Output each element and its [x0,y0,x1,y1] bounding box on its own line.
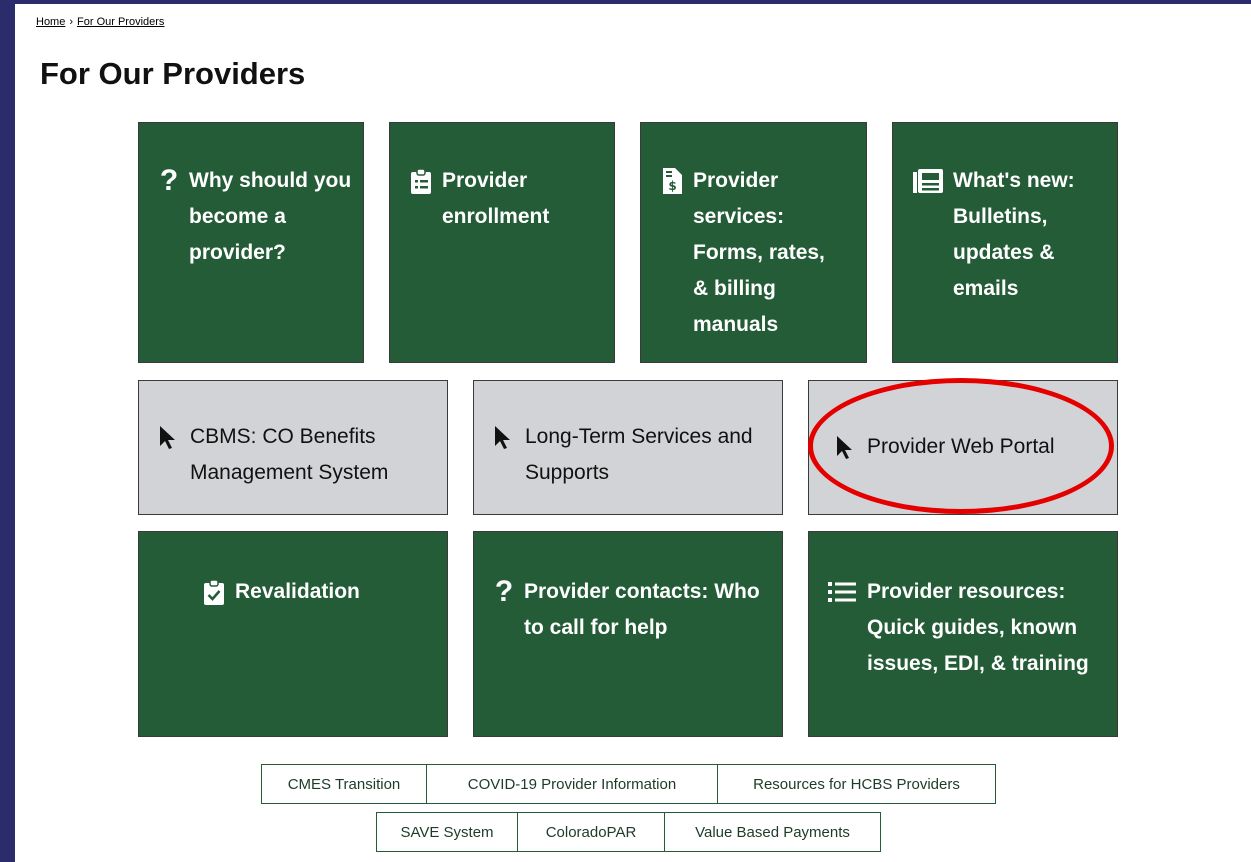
clipboard-list-icon [410,163,432,199]
question-icon: ? [494,575,514,608]
tile-revalidation[interactable]: Revalidation [138,531,448,737]
tile-label: Revalidation [235,580,360,603]
tile-provider-enrollment[interactable]: Provider enrollment [389,122,615,363]
link-resources-hcbs-providers[interactable]: Resources for HCBS Providers [717,764,996,804]
tile-label: Provider resources: Quick guides, known … [867,580,1089,675]
tile-cbms[interactable]: CBMS: CO Benefits Management System [138,380,448,515]
tile-label: Long-Term Services and Supports [525,425,753,484]
breadcrumb: Home › For Our Providers [36,16,164,28]
newspaper-icon [913,163,943,199]
tile-label: Provider services: Forms, rates, & billi… [693,169,825,336]
pointer-icon [156,419,180,455]
tile-provider-services[interactable]: $ Provider services: Forms, rates, & bil… [640,122,867,363]
tile-provider-resources[interactable]: Provider resources: Quick guides, known … [808,531,1118,737]
tile-label: Provider enrollment [442,169,550,228]
question-icon: ? [159,164,179,197]
tile-long-term-services[interactable]: Long-Term Services and Supports [473,380,783,515]
page-title: For Our Providers [40,56,306,91]
pointer-icon [833,429,857,465]
breadcrumb-home-link[interactable]: Home [36,16,65,28]
tile-provider-web-portal[interactable]: Provider Web Portal [808,380,1118,515]
list-icon [827,574,857,610]
tile-label: Why should you become a provider? [189,169,352,264]
link-save-system[interactable]: SAVE System [376,812,518,852]
link-cmes-transition[interactable]: CMES Transition [261,764,427,804]
page-content: Home › For Our Providers For Our Providers… [15,4,1251,862]
invoice-dollar-icon: $ [661,163,683,199]
tile-provider-contacts[interactable]: ? Provider contacts: Who to call for hel… [473,531,783,737]
clipboard-check-icon [203,574,225,610]
link-value-based-payments[interactable]: Value Based Payments [664,812,881,852]
tile-why-become-provider[interactable]: ? Why should you become a provider? [138,122,364,363]
tile-label: Provider contacts: Who to call for help [524,580,760,639]
tile-label: What's new: Bulletins, updates & emails [953,169,1075,300]
link-coloradopar[interactable]: ColoradoPAR [517,812,665,852]
svg-text:$: $ [668,179,676,193]
pointer-icon [491,419,515,455]
tile-label: Provider Web Portal [867,435,1055,458]
tile-whats-new[interactable]: What's new: Bulletins, updates & emails [892,122,1118,363]
breadcrumb-separator: › [69,16,74,28]
link-covid-19-provider-information[interactable]: COVID-19 Provider Information [426,764,718,804]
breadcrumb-current-link[interactable]: For Our Providers [77,16,164,28]
tile-label: CBMS: CO Benefits Management System [190,425,389,484]
